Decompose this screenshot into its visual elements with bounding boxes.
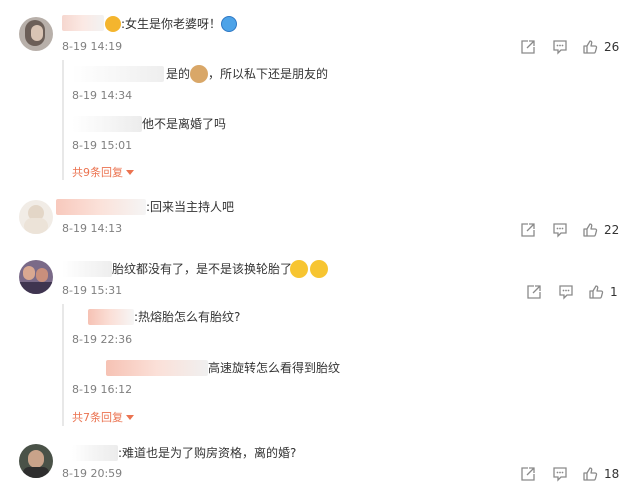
reply-divider bbox=[62, 304, 64, 426]
username-blurred[interactable] bbox=[56, 199, 146, 215]
like-count: 18 bbox=[604, 467, 620, 481]
comment-icon[interactable] bbox=[552, 466, 568, 482]
more-replies-link[interactable]: 共7条回复 bbox=[72, 411, 134, 425]
comment-actions: 22 bbox=[520, 222, 620, 238]
reply-time: 8-19 22:36 bbox=[72, 333, 133, 346]
more-replies-label: 共7条回复 bbox=[72, 411, 123, 424]
comment-text: :女生是你老婆呀！ bbox=[121, 17, 222, 31]
share-icon[interactable] bbox=[520, 466, 536, 482]
avatar[interactable] bbox=[19, 260, 53, 294]
username-blurred[interactable] bbox=[72, 445, 118, 461]
reply-text: ，所以私下还是朋友的 bbox=[208, 67, 329, 81]
more-replies-label: 共9条回复 bbox=[72, 166, 123, 179]
like-icon[interactable] bbox=[588, 284, 604, 300]
reply-time: 8-19 15:01 bbox=[72, 139, 133, 152]
comment-actions: 18 bbox=[520, 466, 620, 482]
share-icon[interactable] bbox=[520, 39, 536, 55]
username-blurred[interactable] bbox=[72, 116, 142, 132]
emoji-icon bbox=[310, 260, 328, 278]
like-count: 26 bbox=[604, 40, 620, 54]
like-count: 22 bbox=[604, 223, 620, 237]
reply-text: 他不是离婚了吗 bbox=[142, 117, 227, 131]
comment-text: 胎纹都没有了，是不是该换轮胎了 bbox=[112, 262, 293, 276]
avatar[interactable] bbox=[19, 200, 53, 234]
username-blurred[interactable] bbox=[88, 309, 134, 325]
comment-actions: 26 bbox=[520, 39, 620, 55]
username-blurred[interactable] bbox=[72, 66, 164, 82]
reply-time: 8-19 14:34 bbox=[72, 89, 133, 102]
comment-actions: 1 bbox=[526, 284, 620, 300]
emoji-icon bbox=[290, 260, 308, 278]
avatar[interactable] bbox=[19, 444, 53, 478]
emoji-icon bbox=[221, 16, 237, 32]
like-count: 1 bbox=[610, 285, 618, 299]
comment-time: 8-19 14:19 bbox=[62, 40, 123, 53]
reply-text: 是的 bbox=[166, 67, 191, 81]
share-icon[interactable] bbox=[526, 284, 542, 300]
like-icon[interactable] bbox=[582, 466, 598, 482]
comment-time: 8-19 14:13 bbox=[62, 222, 123, 235]
comment-icon[interactable] bbox=[552, 39, 568, 55]
reply-time: 8-19 16:12 bbox=[72, 383, 133, 396]
reply-text: 高速旋转怎么看得到胎纹 bbox=[208, 361, 341, 375]
emoji-icon bbox=[190, 65, 208, 83]
emoji-icon bbox=[105, 16, 121, 32]
username-blurred[interactable] bbox=[106, 360, 208, 376]
comment-time: 8-19 20:59 bbox=[62, 467, 123, 480]
more-replies-link[interactable]: 共9条回复 bbox=[72, 166, 134, 180]
like-icon[interactable] bbox=[582, 222, 598, 238]
username-blurred[interactable] bbox=[62, 261, 112, 277]
reply-divider bbox=[62, 60, 64, 180]
avatar[interactable] bbox=[19, 17, 53, 51]
comment-time: 8-19 15:31 bbox=[62, 284, 123, 297]
like-icon[interactable] bbox=[582, 39, 598, 55]
username-blurred[interactable] bbox=[62, 15, 104, 31]
chevron-down-icon bbox=[126, 415, 134, 420]
chevron-down-icon bbox=[126, 170, 134, 175]
comment-icon[interactable] bbox=[558, 284, 574, 300]
reply-text: :热熔胎怎么有胎纹? bbox=[134, 310, 241, 324]
share-icon[interactable] bbox=[520, 222, 536, 238]
comment-icon[interactable] bbox=[552, 222, 568, 238]
comment-text: :难道也是为了购房资格，离的婚? bbox=[118, 446, 297, 460]
comment-text: :回来当主持人吧 bbox=[146, 200, 235, 214]
